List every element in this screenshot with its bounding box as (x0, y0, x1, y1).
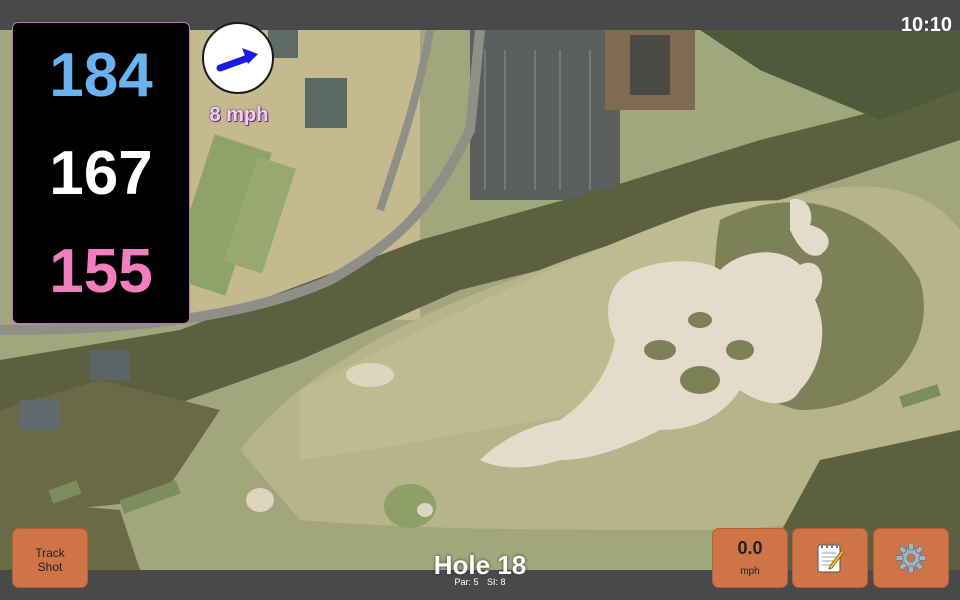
stroke-index-label: SI: 8 (487, 577, 506, 587)
middle-distance: 167 (49, 139, 153, 208)
wind-indicator (202, 22, 274, 94)
notes-button[interactable] (792, 528, 868, 588)
speed-value: 0.0 (737, 538, 763, 558)
track-shot-label-1: Track (35, 546, 65, 560)
back-distance: 184 (49, 41, 153, 110)
speed-button[interactable]: 0.0 mph (712, 528, 788, 588)
wind-speed: 8 mph (209, 104, 269, 126)
front-distance: 155 (49, 237, 153, 306)
speed-unit: mph (740, 566, 760, 577)
arrow-icon (216, 48, 258, 72)
clock: 10:10 (900, 14, 952, 36)
track-shot-button[interactable]: Track Shot (12, 528, 88, 588)
par-label: Par: 5 (454, 577, 479, 587)
settings-button[interactable] (873, 528, 949, 588)
track-shot-label-2: Shot (37, 560, 63, 574)
gear-icon (895, 542, 927, 574)
distance-panel: 184 167 155 (12, 22, 190, 324)
hole-info: Par: 5 SI: 8 (380, 577, 580, 587)
notepad-icon (817, 543, 845, 573)
